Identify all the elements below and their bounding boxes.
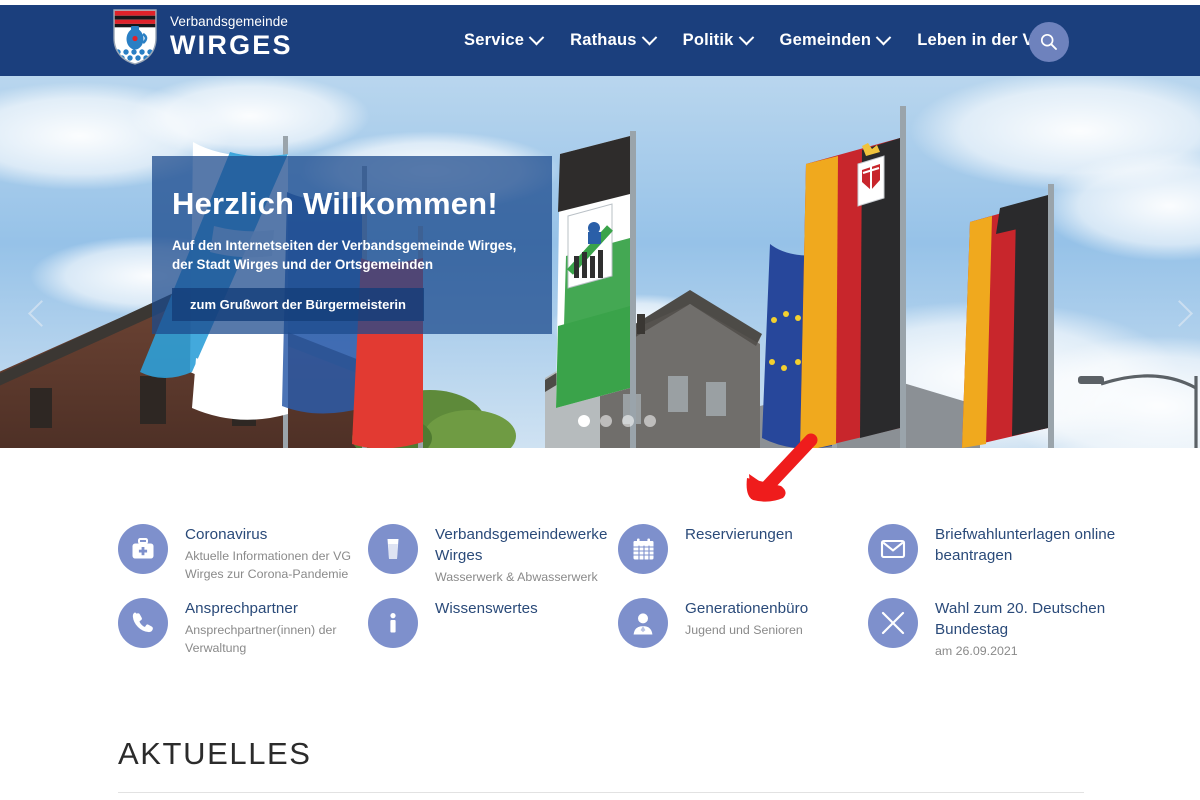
quicklink-desc: Ansprechpartner(innen) der Verwaltung (185, 622, 337, 655)
hero-text-card: Herzlich Willkommen! Auf den Internetsei… (152, 156, 552, 334)
quicklink-ansprechpartner[interactable]: Ansprechpartner Ansprechpartner(innen) d… (118, 598, 368, 657)
quicklink-briefwahlunterlagen[interactable]: Briefwahlunterlagen online beantragen (868, 524, 1118, 574)
quicklink-title: Coronavirus (185, 526, 268, 543)
news-section-header: AKTUELLES (118, 736, 312, 772)
quicklink-generationenbuero[interactable]: Generationenbüro Jugend und Senioren (618, 598, 868, 648)
water-glass-icon (368, 524, 418, 574)
hero-title: Herzlich Willkommen! (172, 186, 498, 221)
brand-subtitle: Verbandsgemeinde (170, 14, 288, 30)
quicklink-reservierungen[interactable]: Reservierungen (618, 524, 868, 574)
first-aid-kit-icon (118, 524, 168, 574)
slider-dot-3[interactable] (622, 415, 634, 427)
nav-item-gemeinden[interactable]: Gemeinden (766, 29, 904, 50)
search-icon (1039, 32, 1059, 52)
chevron-down-icon (875, 29, 892, 46)
cross-x-icon (868, 598, 918, 648)
slider-pagination (578, 415, 656, 427)
quicklink-title: Reservierungen (685, 526, 793, 543)
slider-dot-1[interactable] (578, 415, 590, 427)
calendar-icon (618, 524, 668, 574)
news-heading: AKTUELLES (118, 736, 312, 771)
brand-title: WIRGES (170, 29, 293, 60)
quicklink-title: Briefwahlunterlagen online beantragen (935, 526, 1116, 564)
nav-label: Rathaus (570, 31, 637, 49)
info-icon (368, 598, 418, 648)
slider-next-button[interactable] (1166, 300, 1200, 334)
quicklink-coronavirus[interactable]: Coronavirus Aktuelle Informationen der V… (118, 524, 368, 583)
quicklink-title: Wissenswertes (435, 600, 538, 617)
main-navigation: Service Rathaus Politik Gemeinden Leben … (450, 5, 1079, 76)
nav-item-service[interactable]: Service (450, 29, 556, 50)
hero-slider: Herzlich Willkommen! Auf den Internetsei… (0, 76, 1200, 448)
quicklink-title: Verbandsgemeindewerke Wirges (435, 526, 608, 564)
quicklink-desc: am 26.09.2021 (935, 643, 1018, 658)
nav-label: Service (464, 31, 525, 49)
site-logo[interactable]: Verbandsgemeinde WIRGES (112, 8, 293, 66)
envelope-icon (868, 524, 918, 574)
nav-label: Gemeinden (779, 31, 872, 49)
chevron-down-icon (641, 29, 657, 46)
nav-label: Leben in der VG (917, 31, 1047, 49)
coat-of-arms-icon (112, 8, 158, 66)
quicklink-title: Ansprechpartner (185, 600, 299, 617)
site-header: Verbandsgemeinde WIRGES Service Rathaus … (0, 5, 1200, 76)
top-white-band (0, 0, 1200, 5)
hero-cta-button[interactable]: zum Grußwort der Bürgermeisterin (172, 288, 424, 321)
slider-dot-4[interactable] (644, 415, 656, 427)
quicklink-desc: Jugend und Senioren (685, 622, 803, 637)
quicklink-bundestagswahl[interactable]: Wahl zum 20. Deutschen Bundestag am 26.0… (868, 598, 1118, 661)
quicklink-desc: Wasserwerk & Abwasserwerk (435, 569, 598, 584)
quicklink-title: Wahl zum 20. Deutschen Bundestag (935, 600, 1106, 638)
person-icon (618, 598, 668, 648)
quicklink-verbandsgemeindewerke[interactable]: Verbandsgemeindewerke Wirges Wasserwerk … (368, 524, 618, 587)
chevron-right-icon (1166, 300, 1193, 327)
page-root: Verbandsgemeinde WIRGES Service Rathaus … (0, 0, 1200, 800)
chevron-down-icon (738, 29, 754, 46)
chevron-down-icon (528, 29, 545, 46)
nav-label: Politik (682, 31, 734, 49)
slider-prev-button[interactable] (28, 300, 62, 334)
nav-item-politik[interactable]: Politik (669, 29, 766, 50)
slider-dot-2[interactable] (600, 415, 612, 427)
quicklink-wissenswertes[interactable]: Wissenswertes (368, 598, 618, 648)
quicklink-desc: Aktuelle Informationen der VG Wirges zur… (185, 548, 351, 581)
phone-icon (118, 598, 168, 648)
news-divider (118, 792, 1084, 793)
quicklink-title: Generationenbüro (685, 600, 809, 617)
search-button[interactable] (1029, 22, 1069, 62)
nav-item-rathaus[interactable]: Rathaus (556, 29, 669, 50)
chevron-left-icon (28, 300, 55, 327)
hero-subtitle: Auf den Internetseiten der Verbandsgemei… (172, 238, 517, 273)
